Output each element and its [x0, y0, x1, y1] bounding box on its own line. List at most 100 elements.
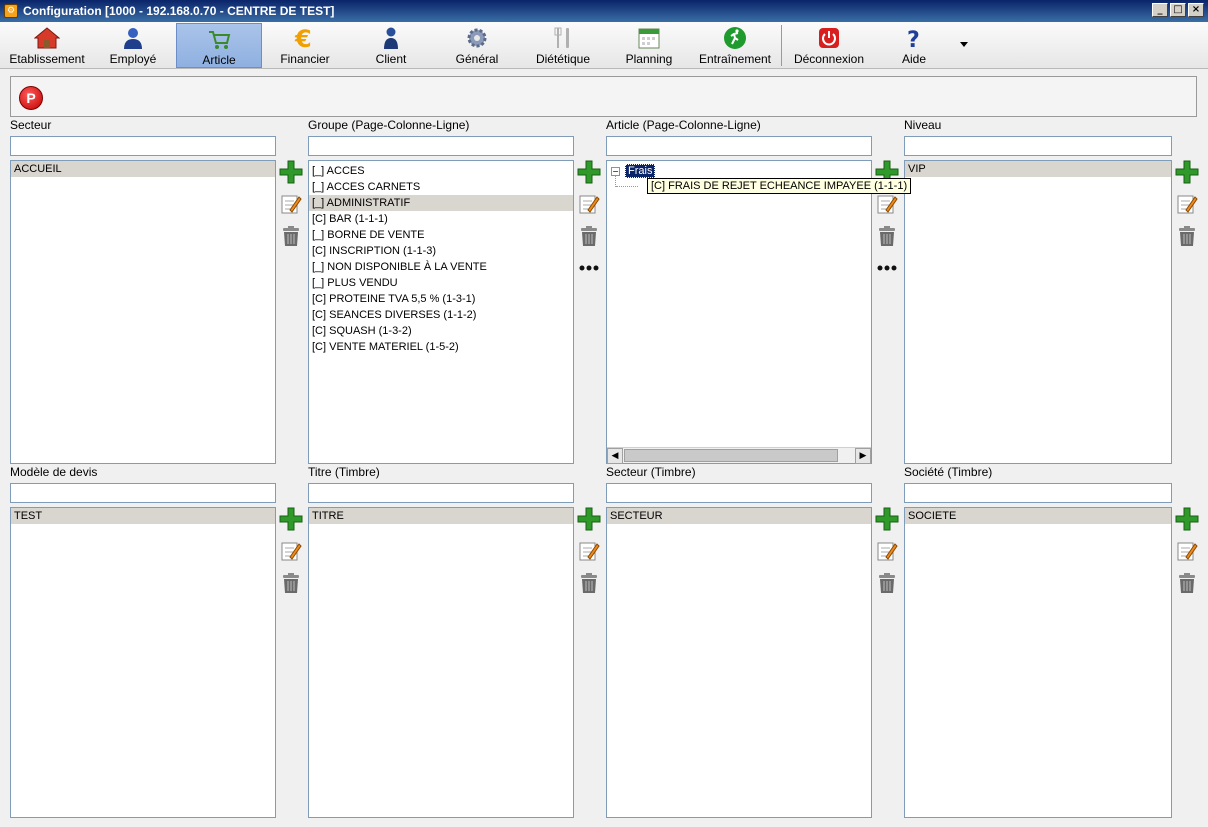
list-item[interactable]: [_] BORNE DE VENTE [309, 227, 573, 243]
list-item[interactable]: TEST [11, 508, 275, 524]
edit-button[interactable] [1175, 539, 1199, 563]
toolbar-overflow-arrow-icon[interactable] [960, 42, 968, 47]
add-button[interactable] [279, 507, 303, 531]
tree-child-item[interactable]: [C] FRAIS DE REJET ECHEANCE IMPAYEE (1-1… [647, 178, 912, 194]
list-item[interactable]: [C] VENTE MATERIEL (1-5-2) [309, 339, 573, 355]
modele-devis-filter-input[interactable] [10, 483, 276, 503]
edit-icon [1177, 195, 1198, 214]
secteur-timbre-list[interactable]: SECTEUR [606, 507, 872, 818]
add-button[interactable] [279, 160, 303, 184]
more-options-button[interactable] [577, 256, 601, 280]
article-tree[interactable]: − Frais [C] FRAIS DE REJET ECHEANCE IMPA… [606, 160, 912, 464]
maximize-button[interactable]: □ [1170, 3, 1186, 17]
tree-node-frais[interactable]: − Frais [611, 163, 656, 179]
delete-button[interactable] [577, 571, 601, 595]
tool-entrainement[interactable]: Entraînement [692, 23, 778, 68]
secteur-list[interactable]: ACCUEIL [10, 160, 276, 464]
list-item[interactable]: [C] SEANCES DIVERSES (1-1-2) [309, 307, 573, 323]
delete-icon [581, 573, 597, 593]
tool-employe[interactable]: Employé [92, 23, 174, 68]
edit-button[interactable] [1175, 192, 1199, 216]
groupe-list[interactable]: [_] ACCES [_] ACCES CARNETS [_] ADMINIST… [308, 160, 574, 464]
list-item[interactable]: TITRE [309, 508, 573, 524]
tool-client[interactable]: Client [348, 23, 434, 68]
add-button[interactable] [1175, 507, 1199, 531]
client-icon [378, 26, 404, 50]
delete-button[interactable] [1175, 224, 1199, 248]
delete-button[interactable] [875, 571, 899, 595]
list-item[interactable]: SOCIETE [905, 508, 1171, 524]
delete-button[interactable] [279, 571, 303, 595]
tool-etablissement[interactable]: Etablissement [4, 23, 90, 68]
list-item[interactable]: VIP [905, 161, 1171, 177]
tool-deconnexion[interactable]: Déconnexion [786, 23, 872, 68]
minimize-button[interactable]: _ [1152, 3, 1168, 17]
tool-article[interactable]: Article [176, 23, 262, 68]
more-options-icon [579, 265, 599, 271]
help-icon: ? [901, 26, 927, 50]
add-button[interactable] [875, 507, 899, 531]
tool-dietetique[interactable]: Diététique [520, 23, 606, 68]
list-item[interactable]: ACCUEIL [11, 161, 275, 177]
article-filter-input[interactable] [606, 136, 872, 156]
secteur-timbre-filter-input[interactable] [606, 483, 872, 503]
tool-financier[interactable]: € Financier [264, 23, 346, 68]
list-item[interactable]: [C] BAR (1-1-1) [309, 211, 573, 227]
horizontal-scrollbar[interactable]: ◀ ▶ [607, 447, 871, 464]
tool-general[interactable]: Général [436, 23, 518, 68]
add-icon [1175, 160, 1199, 184]
delete-button[interactable] [577, 224, 601, 248]
titre-filter-input[interactable] [308, 483, 574, 503]
gear-icon [464, 26, 490, 50]
list-item[interactable]: SECTEUR [607, 508, 871, 524]
close-button[interactable]: × [1188, 3, 1204, 17]
list-item[interactable]: [_] NON DISPONIBLE À LA VENTE [309, 259, 573, 275]
modele-devis-list[interactable]: TEST [10, 507, 276, 818]
power-icon [816, 26, 842, 50]
main-toolbar: Etablissement Employé Article € Financie… [0, 22, 1208, 69]
list-item[interactable]: [_] ADMINISTRATIF [309, 195, 573, 211]
edit-button[interactable] [577, 192, 601, 216]
home-icon [34, 26, 60, 50]
scroll-thumb[interactable] [624, 449, 838, 462]
tool-planning[interactable]: Planning [608, 23, 690, 68]
app-icon: ⚙ [4, 4, 18, 18]
delete-button[interactable] [1175, 571, 1199, 595]
groupe-filter-input[interactable] [308, 136, 574, 156]
list-item[interactable]: [C] INSCRIPTION (1-1-3) [309, 243, 573, 259]
delete-button[interactable] [279, 224, 303, 248]
list-item[interactable]: [_] PLUS VENDU [309, 275, 573, 291]
niveau-list[interactable]: VIP [904, 160, 1172, 464]
list-item[interactable]: [_] ACCES CARNETS [309, 179, 573, 195]
delete-icon [283, 226, 299, 246]
edit-button[interactable] [279, 192, 303, 216]
edit-button[interactable] [875, 539, 899, 563]
more-options-button[interactable] [875, 256, 899, 280]
p-button[interactable]: P [19, 86, 43, 110]
edit-button[interactable] [577, 539, 601, 563]
scroll-left-icon[interactable]: ◀ [607, 448, 623, 464]
edit-icon [579, 195, 600, 214]
edit-button[interactable] [279, 539, 303, 563]
tool-aide[interactable]: ? Aide [874, 23, 954, 68]
secteur-label: Secteur [10, 118, 52, 132]
societe-list[interactable]: SOCIETE [904, 507, 1172, 818]
societe-filter-input[interactable] [904, 483, 1172, 503]
add-button[interactable] [1175, 160, 1199, 184]
titre-list[interactable]: TITRE [308, 507, 574, 818]
tree-node-label[interactable]: Frais [625, 164, 656, 178]
delete-button[interactable] [875, 224, 899, 248]
add-button[interactable] [577, 160, 601, 184]
svg-text:€: € [294, 26, 312, 50]
secteur-filter-input[interactable] [10, 136, 276, 156]
article-label: Article (Page-Colonne-Ligne) [606, 118, 761, 132]
edit-button[interactable] [875, 192, 899, 216]
niveau-filter-input[interactable] [904, 136, 1172, 156]
list-item[interactable]: [C] PROTEINE TVA 5,5 % (1-3-1) [309, 291, 573, 307]
list-item[interactable]: [_] ACCES [309, 163, 573, 179]
list-item[interactable]: [C] SQUASH (1-3-2) [309, 323, 573, 339]
employee-icon [120, 26, 146, 50]
scroll-right-icon[interactable]: ▶ [855, 448, 871, 464]
collapse-icon[interactable]: − [611, 166, 620, 176]
add-button[interactable] [577, 507, 601, 531]
